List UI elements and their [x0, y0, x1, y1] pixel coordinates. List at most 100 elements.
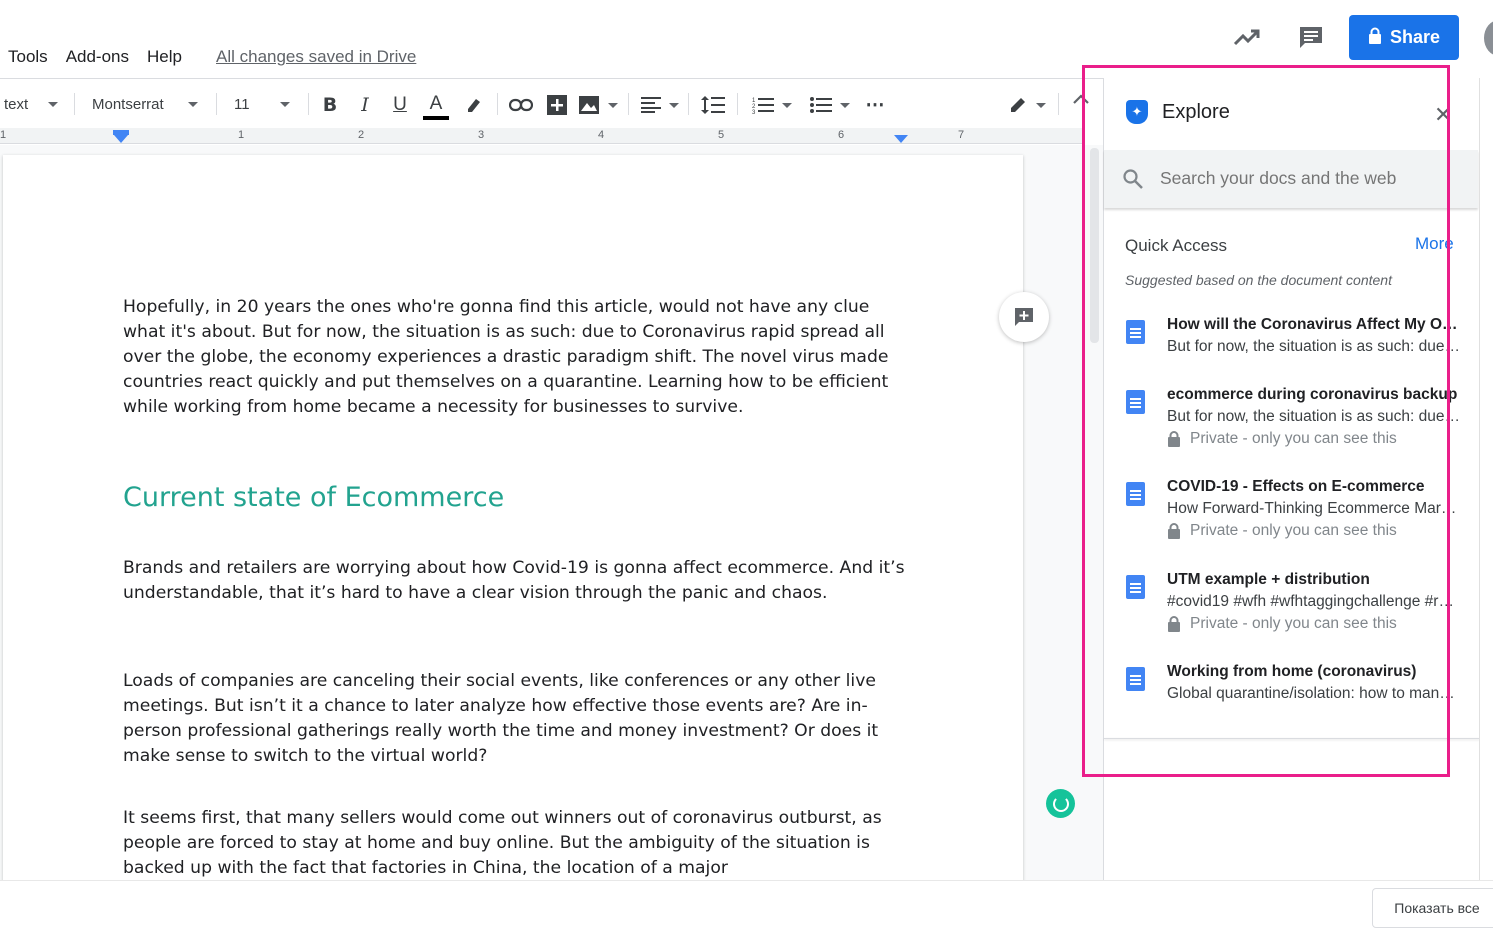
heading[interactable]: Current state of Ecommerce [123, 482, 504, 513]
item-title: COVID-19 - Effects on E-commerce [1167, 478, 1425, 495]
toolbar-divider [74, 93, 75, 115]
explore-icon: ✦ [1126, 100, 1148, 124]
doc-icon [1126, 390, 1145, 414]
toolbar-divider [1058, 93, 1059, 115]
explore-search [1104, 150, 1478, 208]
list-item[interactable]: UTM example + distribution #covid19 #wfh… [1104, 571, 1480, 641]
page-scrollbar[interactable] [1479, 78, 1493, 880]
bulleted-list-icon[interactable] [808, 92, 852, 118]
ruler-number: 6 [838, 129, 845, 141]
top-bar: Tools Add-ons Help All changes saved in … [0, 0, 1493, 78]
show-all-button[interactable]: Показать все [1372, 888, 1493, 928]
lock-icon [1167, 523, 1182, 539]
doc-icon [1126, 667, 1145, 691]
menu-bar: Tools Add-ons Help [8, 47, 182, 67]
list-item[interactable]: How will the Coronavirus Affect My Onlin… [1104, 316, 1480, 368]
left-indent-marker[interactable] [114, 135, 128, 143]
insert-image-icon[interactable] [578, 92, 618, 118]
toolbar-divider [688, 93, 689, 115]
save-status-link[interactable]: All changes saved in Drive [216, 47, 416, 67]
explore-title: Explore [1162, 101, 1230, 123]
list-item[interactable]: ecommerce during coronavirus backup But … [1104, 386, 1480, 456]
add-comment-icon[interactable] [544, 92, 570, 118]
item-snippet: #covid19 #wfh #wfhtaggingchallenge #remo… [1167, 593, 1460, 610]
doc-icon [1126, 575, 1145, 599]
paragraph[interactable]: Brands and retailers are worrying about … [123, 556, 913, 606]
trending-icon[interactable] [1232, 22, 1262, 52]
panel-divider [1104, 738, 1480, 739]
close-icon[interactable]: ✕ [1434, 102, 1452, 128]
chevron-down-icon [187, 101, 198, 107]
menu-addons[interactable]: Add-ons [66, 47, 129, 67]
share-button[interactable]: Share [1349, 15, 1459, 60]
chevron-down-icon [1036, 102, 1046, 108]
collapse-menu-icon[interactable] [1072, 92, 1092, 112]
paragraph[interactable]: It seems first, that many sellers would … [123, 806, 913, 878]
paragraph[interactable]: Loads of companies are canceling their s… [123, 669, 913, 769]
menu-tools[interactable]: Tools [8, 47, 48, 67]
ruler-number: 7 [958, 129, 965, 141]
link-icon[interactable] [508, 92, 534, 118]
toolbar-divider [497, 93, 498, 115]
chevron-down-icon [279, 101, 290, 107]
menu-help[interactable]: Help [147, 47, 182, 67]
add-comment-button[interactable] [999, 292, 1049, 342]
style-select[interactable]: text [4, 79, 59, 129]
item-snippet: How Forward-Thinking Ecommerce Marketers [1167, 500, 1460, 517]
item-title: ecommerce during coronavirus backup [1167, 386, 1458, 403]
svg-text:3: 3 [752, 110, 756, 114]
lock-icon [1368, 27, 1382, 49]
list-item[interactable]: Working from home (coronavirus) Global q… [1104, 663, 1480, 715]
item-title: UTM example + distribution [1167, 571, 1370, 588]
editing-mode-icon[interactable] [1006, 92, 1048, 118]
search-icon [1122, 168, 1144, 190]
explore-panel: ✦ Explore ✕ Quick Access More Suggested … [1103, 78, 1480, 880]
doc-icon [1126, 482, 1145, 506]
more-options-button[interactable]: ⋯ [862, 92, 888, 118]
underline-button[interactable]: U [387, 92, 413, 118]
ruler-number: 5 [718, 129, 725, 141]
font-size-value: 11 [234, 95, 250, 113]
quick-access-title: Quick Access [1125, 236, 1228, 255]
text-color-button[interactable]: A [423, 92, 449, 120]
font-select[interactable]: Montserrat [92, 79, 198, 129]
font-select-value: Montserrat [92, 95, 164, 113]
line-spacing-icon[interactable] [700, 92, 726, 118]
ruler-number: 4 [598, 129, 605, 141]
italic-button[interactable]: I [352, 92, 378, 118]
numbered-list-icon[interactable]: 123 [750, 92, 794, 118]
private-text: Private - only you can see this [1190, 430, 1397, 447]
document-scrollbar[interactable] [1090, 148, 1099, 343]
private-label: Private - only you can see this [1167, 430, 1397, 448]
document-page[interactable] [3, 155, 1023, 885]
comments-icon[interactable] [1296, 22, 1326, 52]
right-indent-marker[interactable] [894, 135, 908, 143]
item-title: How will the Coronavirus Affect My Onlin… [1167, 316, 1460, 333]
font-size-select[interactable]: 11 [234, 79, 290, 129]
more-link[interactable]: More [1415, 234, 1454, 254]
lock-icon [1167, 616, 1182, 632]
item-title: Working from home (coronavirus) [1167, 663, 1417, 680]
suggested-note: Suggested based on the document content [1125, 272, 1392, 288]
chevron-down-icon [48, 101, 59, 107]
toolbar-divider [308, 93, 309, 115]
chevron-down-icon [608, 102, 618, 108]
private-text: Private - only you can see this [1190, 615, 1397, 632]
ruler-number: 2 [358, 129, 365, 141]
ruler[interactable]: 1 1 2 3 4 5 6 7 [0, 128, 1085, 144]
bold-button[interactable]: B [317, 92, 343, 118]
paragraph[interactable]: Hopefully, in 20 years the ones who're g… [123, 295, 913, 420]
explore-header: ✦ Explore ✕ [1104, 78, 1480, 150]
format-toolbar: text Montserrat 11 B I U A 123 ⋯ [0, 78, 1103, 128]
download-bar [0, 880, 1493, 933]
ruler-number: 1 [0, 129, 7, 141]
grammarly-icon[interactable] [1046, 789, 1075, 818]
item-snippet: Global quarantine/isolation: how to mana… [1167, 685, 1460, 702]
align-icon[interactable] [641, 92, 679, 118]
highlight-icon[interactable] [461, 92, 487, 118]
avatar[interactable] [1484, 20, 1493, 56]
list-item[interactable]: COVID-19 - Effects on E-commerce How For… [1104, 478, 1480, 548]
search-input[interactable] [1160, 168, 1460, 189]
private-label: Private - only you can see this [1167, 615, 1397, 633]
ruler-number: 3 [478, 129, 485, 141]
